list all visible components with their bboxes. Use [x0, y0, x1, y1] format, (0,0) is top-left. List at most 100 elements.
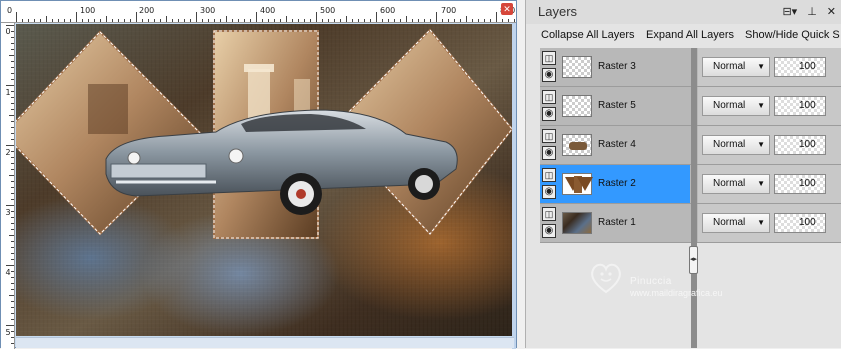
eye-icon[interactable]: ◉ — [542, 68, 556, 82]
ruler-tick — [298, 19, 299, 22]
ruler-tick — [118, 19, 119, 22]
ruler-tick — [11, 241, 14, 242]
chevron-down-icon: ▼ — [757, 179, 765, 188]
vertical-scrollbar[interactable] — [512, 23, 516, 349]
ruler-tick — [472, 19, 473, 22]
ruler-tick — [11, 283, 14, 284]
layer-link-icon[interactable]: ◫ — [542, 129, 556, 143]
opacity-field[interactable]: 100 — [774, 96, 826, 116]
collapse-all-layers-button[interactable]: Collapse All Layers — [541, 29, 635, 41]
opacity-field[interactable]: 100 — [774, 213, 826, 233]
layer-link-icon[interactable]: ◫ — [542, 51, 556, 65]
ruler-tick — [328, 19, 329, 22]
opacity-field[interactable]: 100 — [774, 174, 826, 194]
layer-thumbnail — [562, 134, 592, 156]
ruler-left: 0 1 2 3 4 5 — [1, 23, 15, 349]
layer-name[interactable]: Raster 5 — [598, 100, 636, 111]
watermark-name: Pinuccia — [630, 276, 672, 287]
close-icon[interactable]: ✕ — [827, 5, 836, 18]
ruler-tick — [190, 19, 191, 22]
ruler-tick — [11, 211, 14, 212]
ruler-tick — [268, 19, 269, 22]
ruler-tick — [11, 343, 14, 344]
blend-mode-select[interactable]: Normal ▼ — [702, 57, 770, 77]
ruler-tick — [202, 19, 203, 22]
layer-name[interactable]: Raster 4 — [598, 139, 636, 150]
ruler-tick — [11, 229, 14, 230]
ruler-tick — [9, 175, 14, 176]
eye-icon[interactable]: ◉ — [542, 185, 556, 199]
ruler-tick — [340, 19, 341, 22]
ruler-tick — [142, 19, 143, 22]
ruler-tick — [262, 19, 263, 22]
ruler-tick — [136, 12, 137, 22]
ruler-tick — [11, 79, 14, 80]
ruler-tick — [6, 205, 14, 206]
ruler-tick — [11, 151, 14, 152]
ruler-tick — [112, 19, 113, 22]
ruler-tick — [11, 301, 14, 302]
heart-logo-icon — [591, 263, 621, 294]
layer-link-icon[interactable]: ◫ — [542, 168, 556, 182]
blend-mode-select[interactable]: Normal ▼ — [702, 135, 770, 155]
ruler-tick — [100, 19, 101, 22]
close-icon[interactable]: ✕ — [501, 3, 513, 15]
eye-icon[interactable]: ◉ — [542, 224, 556, 238]
ruler-tick — [6, 325, 14, 326]
blend-mode-select[interactable]: Normal ▼ — [702, 174, 770, 194]
eye-icon[interactable]: ◉ — [542, 146, 556, 160]
ruler-tick — [406, 16, 407, 22]
ruler-tick — [172, 19, 173, 22]
ruler-tick — [11, 73, 14, 74]
ruler-tick — [52, 19, 53, 22]
pushpin-icon[interactable]: ⊥ — [807, 5, 817, 18]
layer-link-icon[interactable]: ◫ — [542, 90, 556, 104]
ruler-tick — [154, 19, 155, 22]
ruler-top-label: 300 — [200, 6, 216, 15]
ruler-tick — [11, 133, 14, 134]
ruler-tick — [400, 19, 401, 22]
image-canvas[interactable] — [16, 24, 514, 336]
ruler-tick — [6, 25, 14, 26]
ruler-tick — [226, 16, 227, 22]
opacity-field[interactable]: 100 — [774, 57, 826, 77]
ruler-tick — [6, 85, 14, 86]
ruler-tick — [466, 16, 467, 22]
ruler-tick — [11, 181, 14, 182]
layers-toolbar: Collapse All Layers Expand All Layers Sh… — [526, 26, 841, 46]
ruler-tick — [11, 67, 14, 68]
eye-icon[interactable]: ◉ — [542, 107, 556, 121]
ruler-tick — [11, 289, 14, 290]
chevron-down-icon: ▼ — [757, 101, 765, 110]
layer-link-icon[interactable]: ◫ — [542, 207, 556, 221]
ruler-tick — [11, 103, 14, 104]
ruler-tick — [11, 49, 14, 50]
ruler-top: 0 100 200 300 400 500 600 700 800 ✕ — [1, 1, 516, 23]
expand-all-layers-button[interactable]: Expand All Layers — [646, 29, 734, 41]
layer-name[interactable]: Raster 2 — [598, 178, 636, 189]
blend-mode-select[interactable]: Normal ▼ — [702, 96, 770, 116]
ruler-tick — [424, 19, 425, 22]
layers-titlebar[interactable]: Layers ⊟▾ ⊥ ✕ — [526, 0, 841, 24]
ruler-tick — [232, 19, 233, 22]
ruler-tick — [166, 16, 167, 22]
blend-mode-select[interactable]: Normal ▼ — [702, 213, 770, 233]
layer-name[interactable]: Raster 3 — [598, 61, 636, 72]
layer-name[interactable]: Raster 1 — [598, 217, 636, 228]
ruler-tick — [11, 37, 14, 38]
opacity-field[interactable]: 100 — [774, 135, 826, 155]
ruler-tick — [40, 19, 41, 22]
ruler-tick — [58, 19, 59, 22]
layers-palette: Layers ⊟▾ ⊥ ✕ Collapse All Layers Expand… — [525, 0, 841, 348]
chevron-down-icon: ▼ — [757, 218, 765, 227]
chevron-down-icon: ▼ — [757, 62, 765, 71]
ruler-tick — [11, 259, 14, 260]
ruler-tick — [106, 16, 107, 22]
show-hide-quick-button[interactable]: Show/Hide Quick S — [745, 29, 840, 41]
pin-icon[interactable]: ⊟▾ — [782, 5, 797, 18]
horizontal-scrollbar[interactable] — [16, 337, 514, 348]
ruler-tick — [412, 19, 413, 22]
ruler-tick — [460, 19, 461, 22]
ruler-tick — [382, 19, 383, 22]
ruler-tick — [418, 19, 419, 22]
